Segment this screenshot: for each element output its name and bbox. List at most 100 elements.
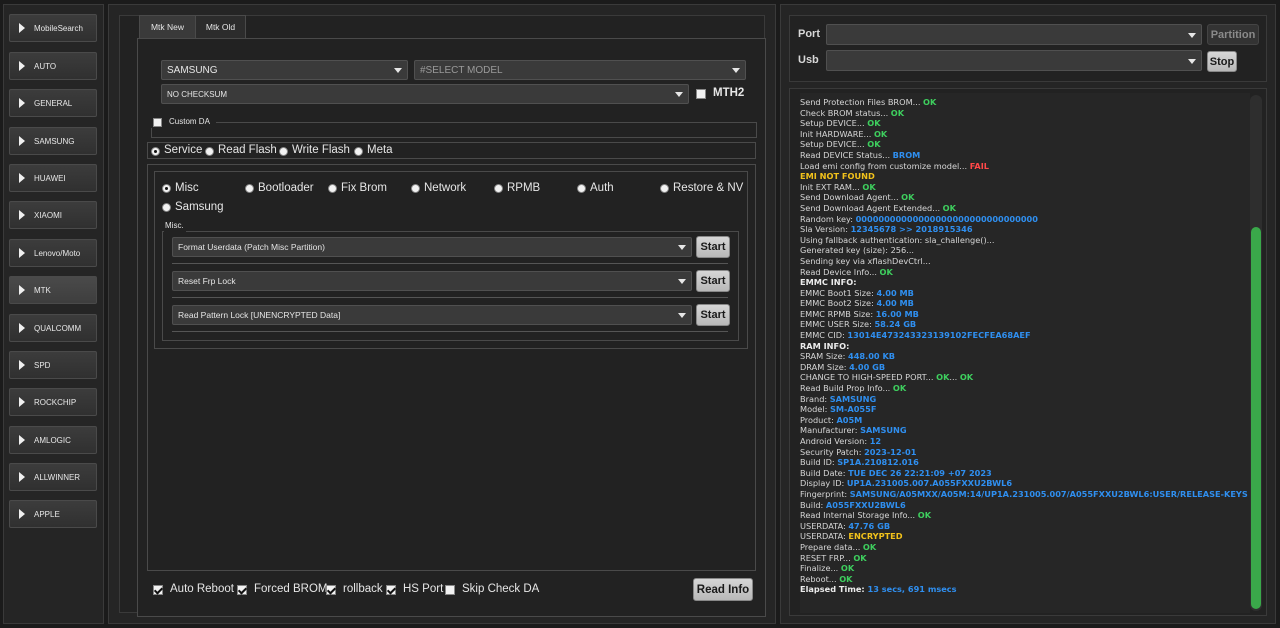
read-info-button[interactable]: Read Info — [693, 578, 753, 601]
sidebar-item-xiaomi[interactable]: XIAOMI — [9, 201, 97, 229]
sidebar-item-amlogic[interactable]: AMLOGIC — [9, 426, 97, 454]
auto-reboot-checkbox[interactable] — [153, 585, 163, 595]
radio-restore-nv-label: Restore & NV — [673, 182, 744, 194]
start-button[interactable]: Start — [696, 236, 730, 258]
chevron-down-icon — [678, 313, 686, 318]
log-line: USERDATA: ENCRYPTED — [800, 531, 1250, 542]
log-scrollbar-thumb[interactable] — [1251, 227, 1261, 609]
misc-action-value: Format Userdata (Patch Misc Partition) — [178, 242, 325, 252]
log-segment: Send Download Agent... — [800, 192, 902, 203]
radio-write-flash[interactable] — [279, 147, 288, 156]
radio-restore-nv[interactable] — [660, 184, 669, 193]
log-segment: 12345678 >> 2018915346 — [850, 224, 973, 235]
sidebar-item-qualcomm[interactable]: QUALCOMM — [9, 314, 97, 342]
radio-fix-brom-label: Fix Brom — [341, 182, 387, 194]
log-segment: OK — [936, 372, 950, 383]
log-segment: Random key: — [800, 213, 856, 224]
partition-button[interactable]: Partition — [1207, 24, 1259, 45]
checksum-select-value: NO CHECKSUM — [167, 89, 228, 99]
log-segment: OK — [901, 192, 915, 203]
port-select[interactable] — [826, 24, 1202, 45]
sidebar-item-label: Lenovo/Moto — [34, 248, 81, 258]
sidebar-item-mobilesearch[interactable]: MobileSearch — [9, 14, 97, 42]
log-segment: EMMC RPMB Size: — [800, 308, 876, 319]
misc-action-select[interactable]: Format Userdata (Patch Misc Partition) — [172, 237, 692, 257]
misc-action-select[interactable]: Reset Frp Lock — [172, 271, 692, 291]
log-segment: Fingerprint: — [800, 488, 850, 499]
sidebar-item-allwinner[interactable]: ALLWINNER — [9, 463, 97, 491]
triangle-right-icon — [19, 509, 25, 519]
log-line: Send Download Agent... OK — [800, 192, 1250, 203]
radio-network[interactable] — [411, 184, 420, 193]
start-button[interactable]: Start — [696, 270, 730, 292]
log-segment: Display ID: — [800, 478, 847, 489]
log-segment: UP1A.231005.007.A055FXXU2BWL6 — [846, 478, 1013, 489]
log-segment: EMMC CID: — [800, 330, 848, 341]
log-segment: Sending key via xflashDevCtrl... — [800, 255, 931, 266]
misc-group-label: Misc. — [165, 221, 184, 230]
log-line: Random key: 0000000000000000000000000000… — [800, 214, 1250, 225]
forced-brom-checkbox[interactable] — [237, 585, 247, 595]
sidebar-item-rockchip[interactable]: ROCKCHIP — [9, 388, 97, 416]
skip-check-da-checkbox[interactable] — [445, 585, 455, 595]
sidebar-item-auto[interactable]: AUTO — [9, 52, 97, 80]
custom-da-checkbox[interactable] — [153, 118, 162, 127]
sidebar-item-huawei[interactable]: HUAWEI — [9, 164, 97, 192]
radio-samsung[interactable] — [162, 203, 171, 212]
start-button[interactable]: Start — [696, 304, 730, 326]
misc-action-select[interactable]: Read Pattern Lock [UNENCRYPTED Data] — [172, 305, 692, 325]
model-select[interactable]: #SELECT MODEL — [414, 60, 746, 80]
radio-service[interactable] — [151, 147, 160, 156]
triangle-right-icon — [19, 173, 25, 183]
sidebar-item-mtk[interactable]: MTK — [9, 276, 97, 304]
log-segment: Generated key (size): 256... — [800, 245, 915, 256]
sidebar: MobileSearch AUTO GENERAL SAMSUNG HUAWEI… — [3, 4, 104, 624]
log-line: Read Build Prop Info... OK — [800, 383, 1250, 394]
main-panel: Mtk New Mtk Old SAMSUNG #SELECT MODEL NO… — [108, 4, 776, 624]
log-output: Send Protection Files BROM... OK Check BR… — [800, 93, 1250, 613]
stop-button[interactable]: Stop — [1207, 51, 1237, 72]
log-segment: Read Internal Storage Info... — [800, 510, 918, 521]
sidebar-item-label: SAMSUNG — [34, 136, 75, 146]
mth2-checkbox[interactable] — [696, 89, 706, 99]
radio-fix-brom[interactable] — [328, 184, 337, 193]
log-line: Send Protection Files BROM... OK — [800, 97, 1250, 108]
log-scrollbar[interactable] — [1250, 95, 1262, 611]
sidebar-item-apple[interactable]: APPLE — [9, 500, 97, 528]
sidebar-item-samsung[interactable]: SAMSUNG — [9, 127, 97, 155]
log-line: Init EXT RAM... OK — [800, 182, 1250, 193]
log-segment: 13 secs, 691 msecs — [867, 584, 957, 595]
log-segment: EMMC Boot1 Size: — [800, 287, 877, 298]
log-segment: EMMC Boot2 Size: — [800, 298, 877, 309]
hs-port-checkbox[interactable] — [386, 585, 396, 595]
sidebar-item-lenovo-moto[interactable]: Lenovo/Moto — [9, 239, 97, 267]
tab-mtk-old[interactable]: Mtk Old — [195, 15, 246, 38]
log-line: Android Version: 12 — [800, 436, 1250, 447]
sidebar-item-general[interactable]: GENERAL — [9, 89, 97, 117]
log-line: Check BROM status... OK — [800, 108, 1250, 119]
log-segment: Security Patch: — [800, 446, 865, 457]
triangle-right-icon — [19, 323, 25, 333]
chevron-down-icon — [1188, 58, 1196, 64]
chevron-down-icon — [678, 279, 686, 284]
tab-mtk-new[interactable]: Mtk New — [139, 15, 196, 38]
rollback-checkbox[interactable] — [326, 585, 336, 595]
radio-misc[interactable] — [162, 184, 171, 193]
radio-bootloader[interactable] — [245, 184, 254, 193]
triangle-right-icon — [19, 397, 25, 407]
radio-read-flash[interactable] — [205, 147, 214, 156]
usb-select[interactable] — [826, 50, 1202, 71]
radio-meta[interactable] — [354, 147, 363, 156]
log-segment: Send Download Agent Extended... — [800, 202, 943, 213]
log-segment: Build Date: — [800, 467, 849, 478]
log-segment: OK — [942, 202, 956, 213]
checksum-select[interactable]: NO CHECKSUM — [161, 84, 689, 104]
brand-select[interactable]: SAMSUNG — [161, 60, 408, 80]
log-segment: EMMC USER Size: — [800, 319, 875, 330]
radio-auth[interactable] — [577, 184, 586, 193]
radio-rpmb[interactable] — [494, 184, 503, 193]
radio-service-label: Service — [164, 144, 203, 156]
sidebar-item-spd[interactable]: SPD — [9, 351, 97, 379]
log-segment: 58.24 GB — [874, 319, 917, 330]
log-line: EMMC RPMB Size: 16.00 MB — [800, 309, 1250, 320]
